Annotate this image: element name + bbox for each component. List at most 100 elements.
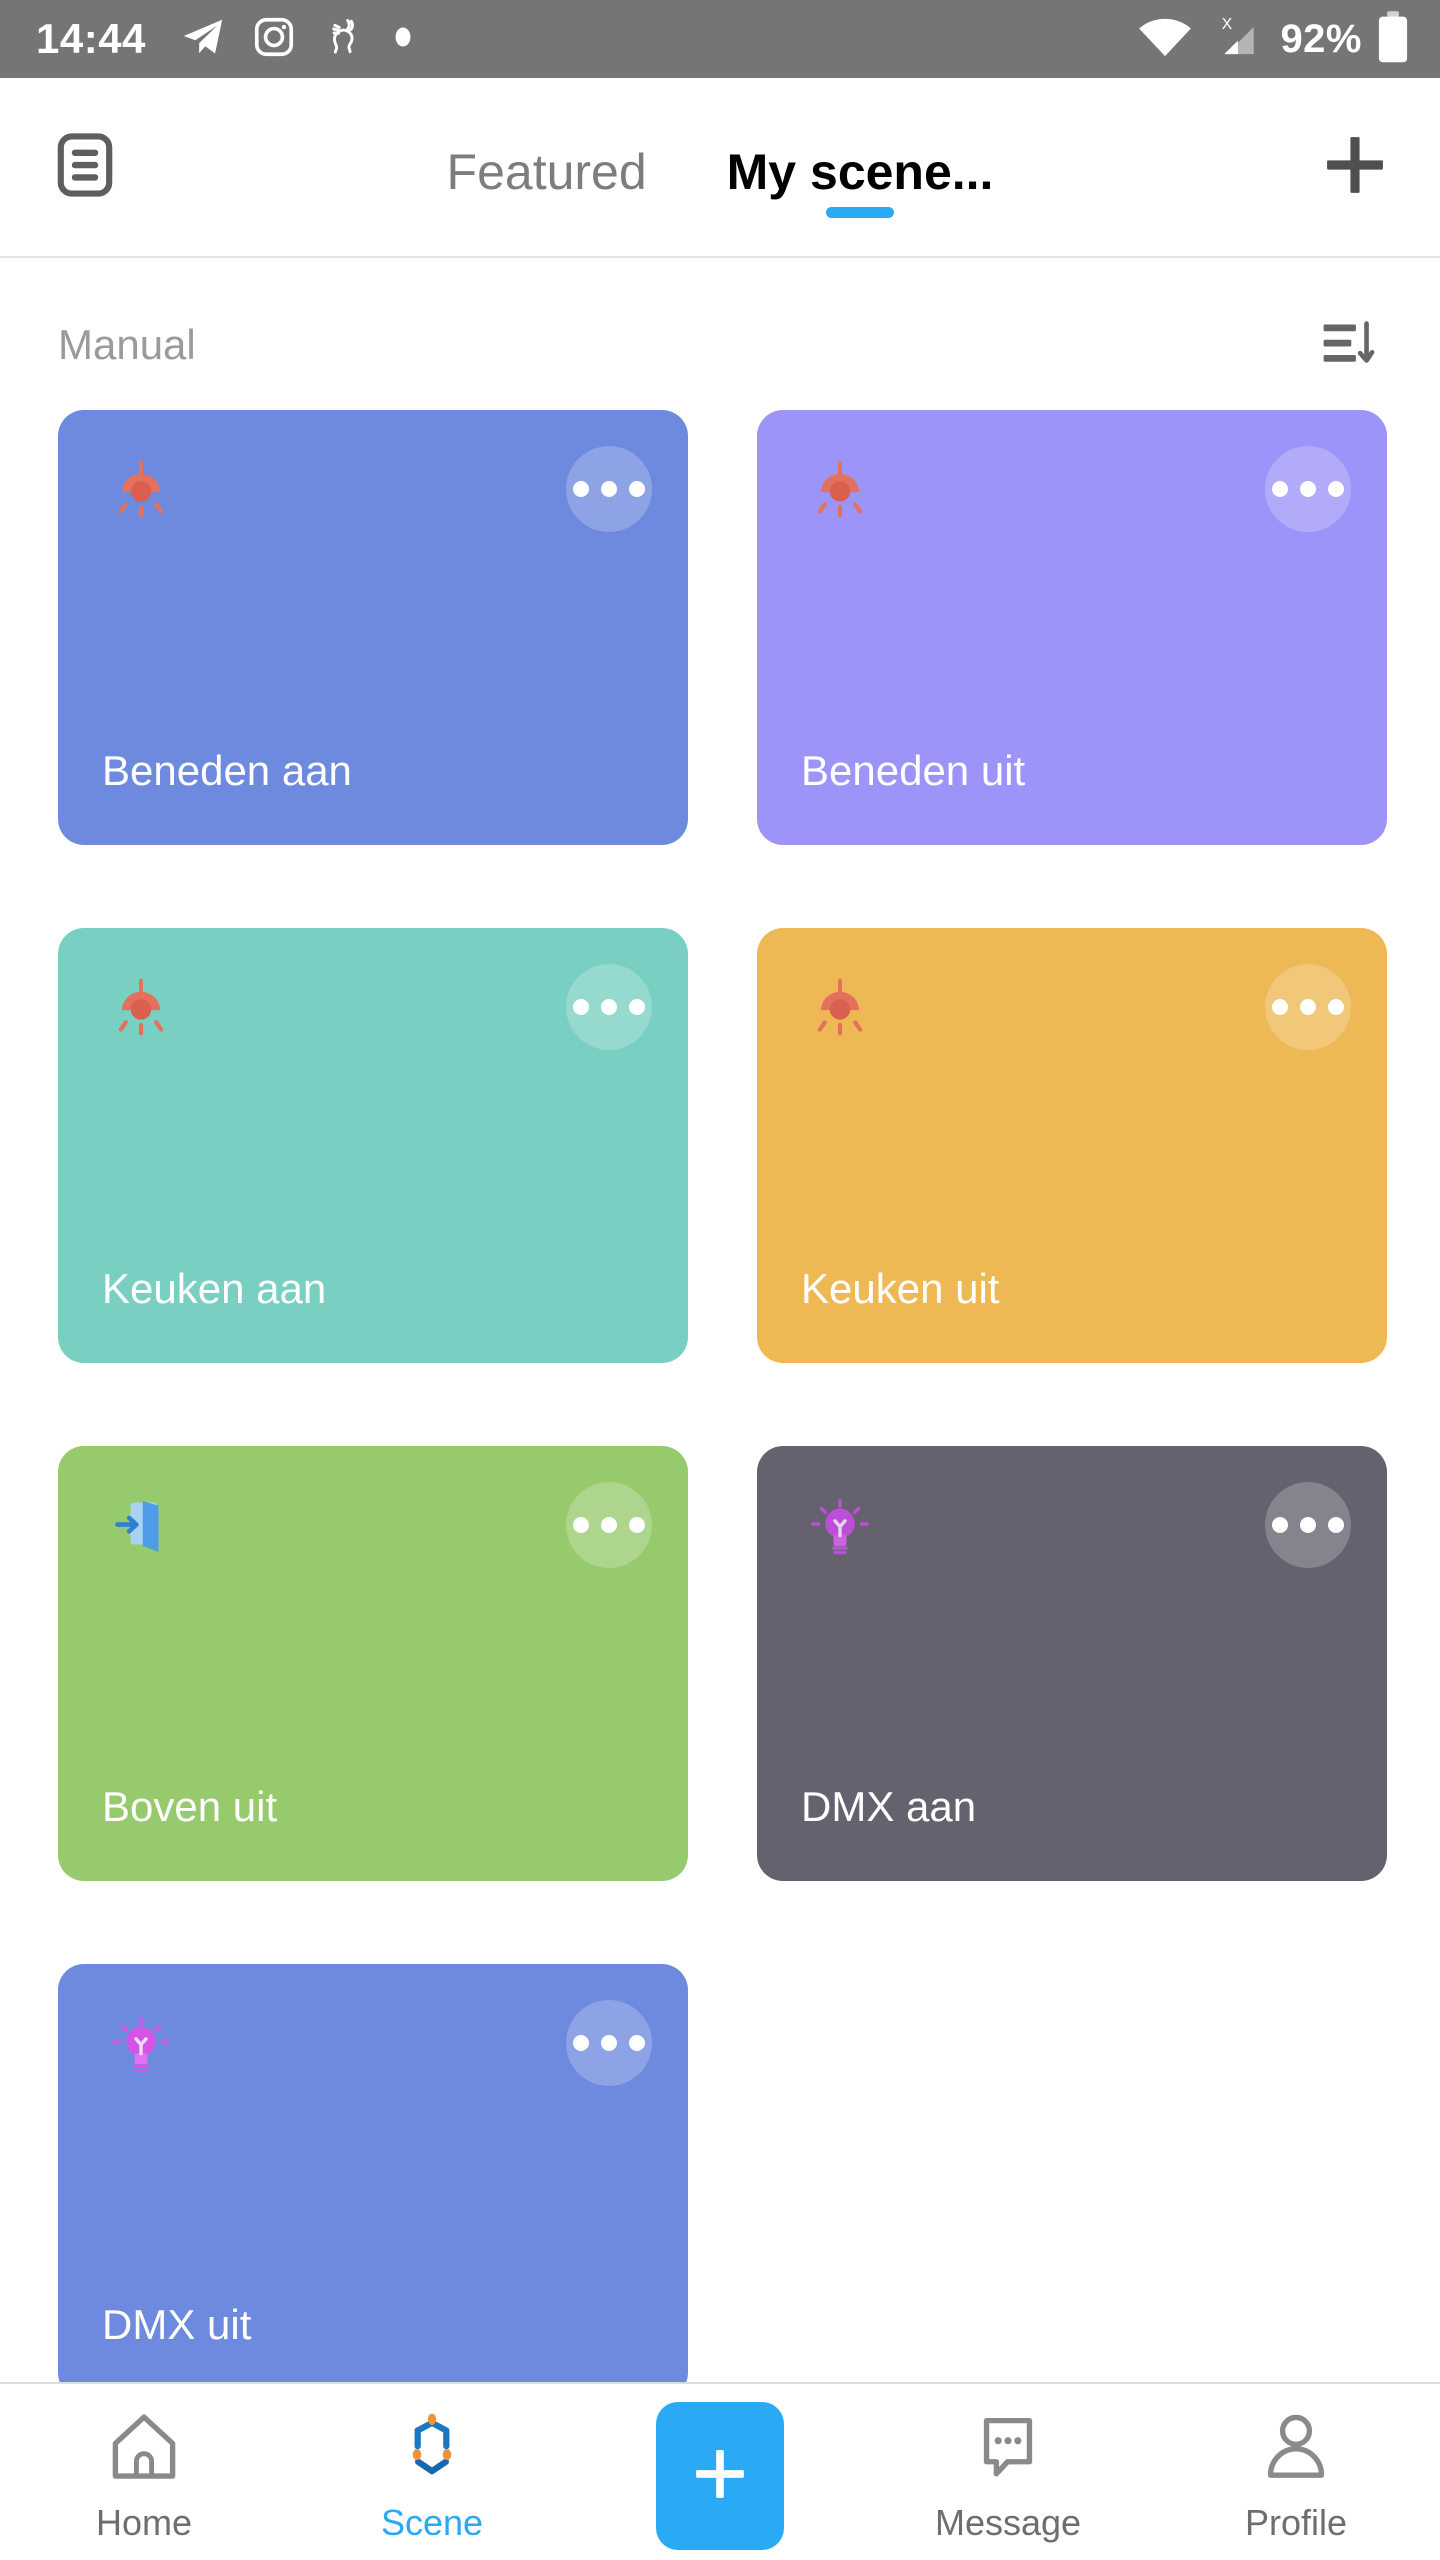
- add-scene-button[interactable]: [1318, 130, 1392, 204]
- person-icon: [1258, 2406, 1334, 2488]
- tab-my-scene-label: My scene...: [726, 144, 994, 200]
- status-bar-notification-icons: [180, 14, 414, 65]
- nav-item-profile-label: Profile: [1244, 2502, 1348, 2543]
- scene-card-label: Keuken uit: [801, 1265, 1000, 1312]
- scene-card-top: [801, 964, 1351, 1050]
- section-title-manual: Manual: [58, 321, 196, 368]
- scene-card-label: Beneden uit: [801, 747, 1026, 794]
- status-bar: 14:44 X 92%: [0, 0, 1440, 78]
- dot-indicator-icon: [392, 26, 414, 53]
- scene-card-top: [801, 1482, 1351, 1568]
- nav-item-message[interactable]: Message: [893, 2406, 1123, 2544]
- more-dot-icon: [573, 1517, 589, 1533]
- nav-item-profile[interactable]: Profile: [1181, 2406, 1411, 2544]
- sort-button[interactable]: [1314, 310, 1384, 380]
- add-fab-button[interactable]: [656, 2402, 784, 2550]
- scene-card-label: DMX aan: [801, 1783, 977, 1830]
- more-dot-icon: [573, 2035, 589, 2051]
- scene-card-beneden-uit[interactable]: Beneden uit: [757, 410, 1387, 845]
- tab-my-scene-indicator: [826, 207, 895, 218]
- more-dot-icon: [629, 481, 645, 497]
- pendant-lamp-icon: [102, 970, 180, 1048]
- scene-more-button[interactable]: [1265, 446, 1351, 532]
- header-tabs: Featured My scene...: [122, 78, 1318, 256]
- pendant-lamp-icon: [102, 452, 180, 530]
- scene-scroll-area[interactable]: Beneden aan Beneden uit Keuken aan Keuke…: [0, 410, 1440, 2382]
- scene-more-button[interactable]: [566, 1482, 652, 1568]
- home-icon: [106, 2406, 182, 2488]
- nav-item-add[interactable]: [605, 2402, 835, 2550]
- scene-card-keuken-aan[interactable]: Keuken aan: [58, 928, 688, 1363]
- more-dot-icon: [1328, 481, 1344, 497]
- scene-more-button[interactable]: [566, 964, 652, 1050]
- more-dot-icon: [1272, 481, 1288, 497]
- scene-more-button[interactable]: [566, 2000, 652, 2086]
- document-list-icon: [56, 132, 114, 203]
- scene-card-top: [801, 446, 1351, 532]
- light-bulb-icon: [801, 1488, 879, 1566]
- scene-card-beneden-aan[interactable]: Beneden aan: [58, 410, 688, 845]
- more-dot-icon: [629, 1517, 645, 1533]
- section-header: Manual: [0, 258, 1440, 410]
- scene-card-label: DMX uit: [102, 2301, 252, 2348]
- more-dot-icon: [573, 481, 589, 497]
- more-dot-icon: [1300, 999, 1316, 1015]
- scene-more-button[interactable]: [1265, 964, 1351, 1050]
- scene-list-button[interactable]: [48, 130, 122, 204]
- more-dot-icon: [601, 481, 617, 497]
- status-bar-clock: 14:44: [36, 15, 146, 62]
- signal-no-service-icon: X: [1208, 12, 1266, 67]
- more-dot-icon: [1328, 1517, 1344, 1533]
- instagram-icon: [252, 15, 296, 64]
- scene-card-top: [102, 2000, 652, 2086]
- scene-card-dmx-aan[interactable]: DMX aan: [757, 1446, 1387, 1881]
- app-header: Featured My scene...: [0, 78, 1440, 258]
- nav-item-home[interactable]: Home: [29, 2406, 259, 2544]
- nav-item-home-label: Home: [95, 2502, 193, 2543]
- scene-card-label: Keuken aan: [102, 1265, 327, 1312]
- tab-featured[interactable]: Featured: [447, 78, 647, 256]
- bottom-navigation-bar: Home Scene Message Profile: [0, 2382, 1440, 2560]
- svg-text:X: X: [1222, 15, 1233, 32]
- scene-card-label: Boven uit: [102, 1783, 278, 1830]
- rabbit-app-icon: [322, 15, 366, 64]
- scene-grid: Beneden aan Beneden uit Keuken aan Keuke…: [0, 410, 1440, 2382]
- more-dot-icon: [601, 999, 617, 1015]
- tab-my-scene[interactable]: My scene...: [726, 78, 994, 256]
- status-bar-system-icons: X 92%: [1136, 10, 1410, 69]
- scene-more-button[interactable]: [566, 446, 652, 532]
- scene-card-label: Beneden aan: [102, 747, 352, 794]
- nav-item-message-label: Message: [934, 2502, 1082, 2543]
- battery-icon: [1376, 10, 1410, 69]
- scene-card-keuken-uit[interactable]: Keuken uit: [757, 928, 1387, 1363]
- app-screen: 14:44 X 92% Featured My scene... Manual …: [0, 0, 1440, 2560]
- battery-percent-label: 92%: [1280, 16, 1362, 61]
- more-dot-icon: [573, 999, 589, 1015]
- nav-item-scene-label: Scene: [380, 2502, 484, 2543]
- scene-card-top: [102, 446, 652, 532]
- more-dot-icon: [629, 2035, 645, 2051]
- message-bubble-icon: [970, 2406, 1046, 2488]
- scene-more-button[interactable]: [1265, 1482, 1351, 1568]
- more-dot-icon: [1300, 1517, 1316, 1533]
- scene-card-top: [102, 964, 652, 1050]
- scene-card-top: [102, 1482, 652, 1568]
- plus-icon: [689, 2443, 751, 2510]
- more-dot-icon: [1328, 999, 1344, 1015]
- more-dot-icon: [1272, 1517, 1288, 1533]
- wifi-icon: [1136, 14, 1194, 65]
- pendant-lamp-icon: [801, 970, 879, 1048]
- scene-card-boven-uit[interactable]: Boven uit: [58, 1446, 688, 1881]
- light-bulb-icon: [102, 2006, 180, 2084]
- more-dot-icon: [1272, 999, 1288, 1015]
- tab-featured-label: Featured: [446, 144, 647, 200]
- pendant-lamp-icon: [801, 452, 879, 530]
- door-exit-icon: [102, 1488, 180, 1566]
- sort-descending-icon: [1319, 313, 1379, 378]
- nav-item-scene[interactable]: Scene: [317, 2406, 547, 2544]
- scene-card-dmx-uit[interactable]: DMX uit: [58, 1964, 688, 2382]
- plus-icon: [1322, 132, 1388, 203]
- more-dot-icon: [601, 2035, 617, 2051]
- more-dot-icon: [1300, 481, 1316, 497]
- telegram-icon: [180, 14, 226, 65]
